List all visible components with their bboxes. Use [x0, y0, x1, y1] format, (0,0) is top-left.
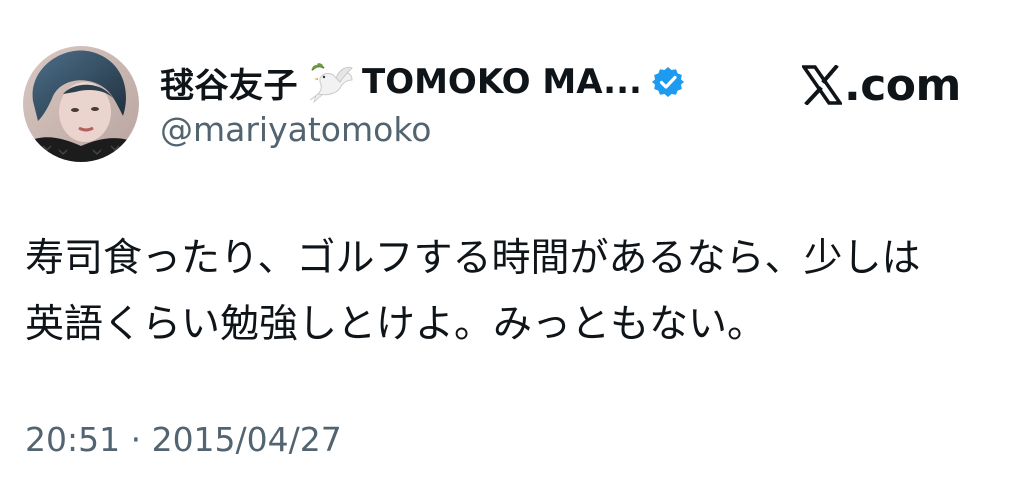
avatar-image	[23, 46, 139, 162]
tweet-text: 寿司食ったり、ゴルフする時間があるなら、少しは 英語くらい勉強しとけよ。みっとも…	[25, 226, 1000, 358]
x-logo-icon	[800, 64, 844, 106]
tweet-card: 毬谷友子 TOMOKO MA... @mariyatomoko .com 寿司食…	[0, 0, 1024, 497]
dove-with-olive-branch-icon	[306, 60, 354, 104]
x-brand-logo[interactable]: .com	[800, 59, 961, 111]
tweet-text-line: 英語くらい勉強しとけよ。みっともない。	[25, 302, 767, 347]
author-handle[interactable]: @mariyatomoko	[160, 110, 431, 149]
tweet-text-line: 寿司食ったり、ゴルフする時間があるなら、少しは	[25, 236, 921, 281]
author-display-name-latin[interactable]: TOMOKO MA...	[362, 62, 642, 102]
author-display-name[interactable]: 毬谷友子	[160, 58, 298, 107]
x-brand-text: .com	[844, 59, 961, 111]
avatar[interactable]	[23, 46, 139, 162]
author-name-row[interactable]: 毬谷友子 TOMOKO MA...	[160, 56, 684, 108]
verified-badge-icon	[651, 66, 684, 98]
tweet-timestamp[interactable]: 20:51 · 2015/04/27	[25, 420, 342, 459]
